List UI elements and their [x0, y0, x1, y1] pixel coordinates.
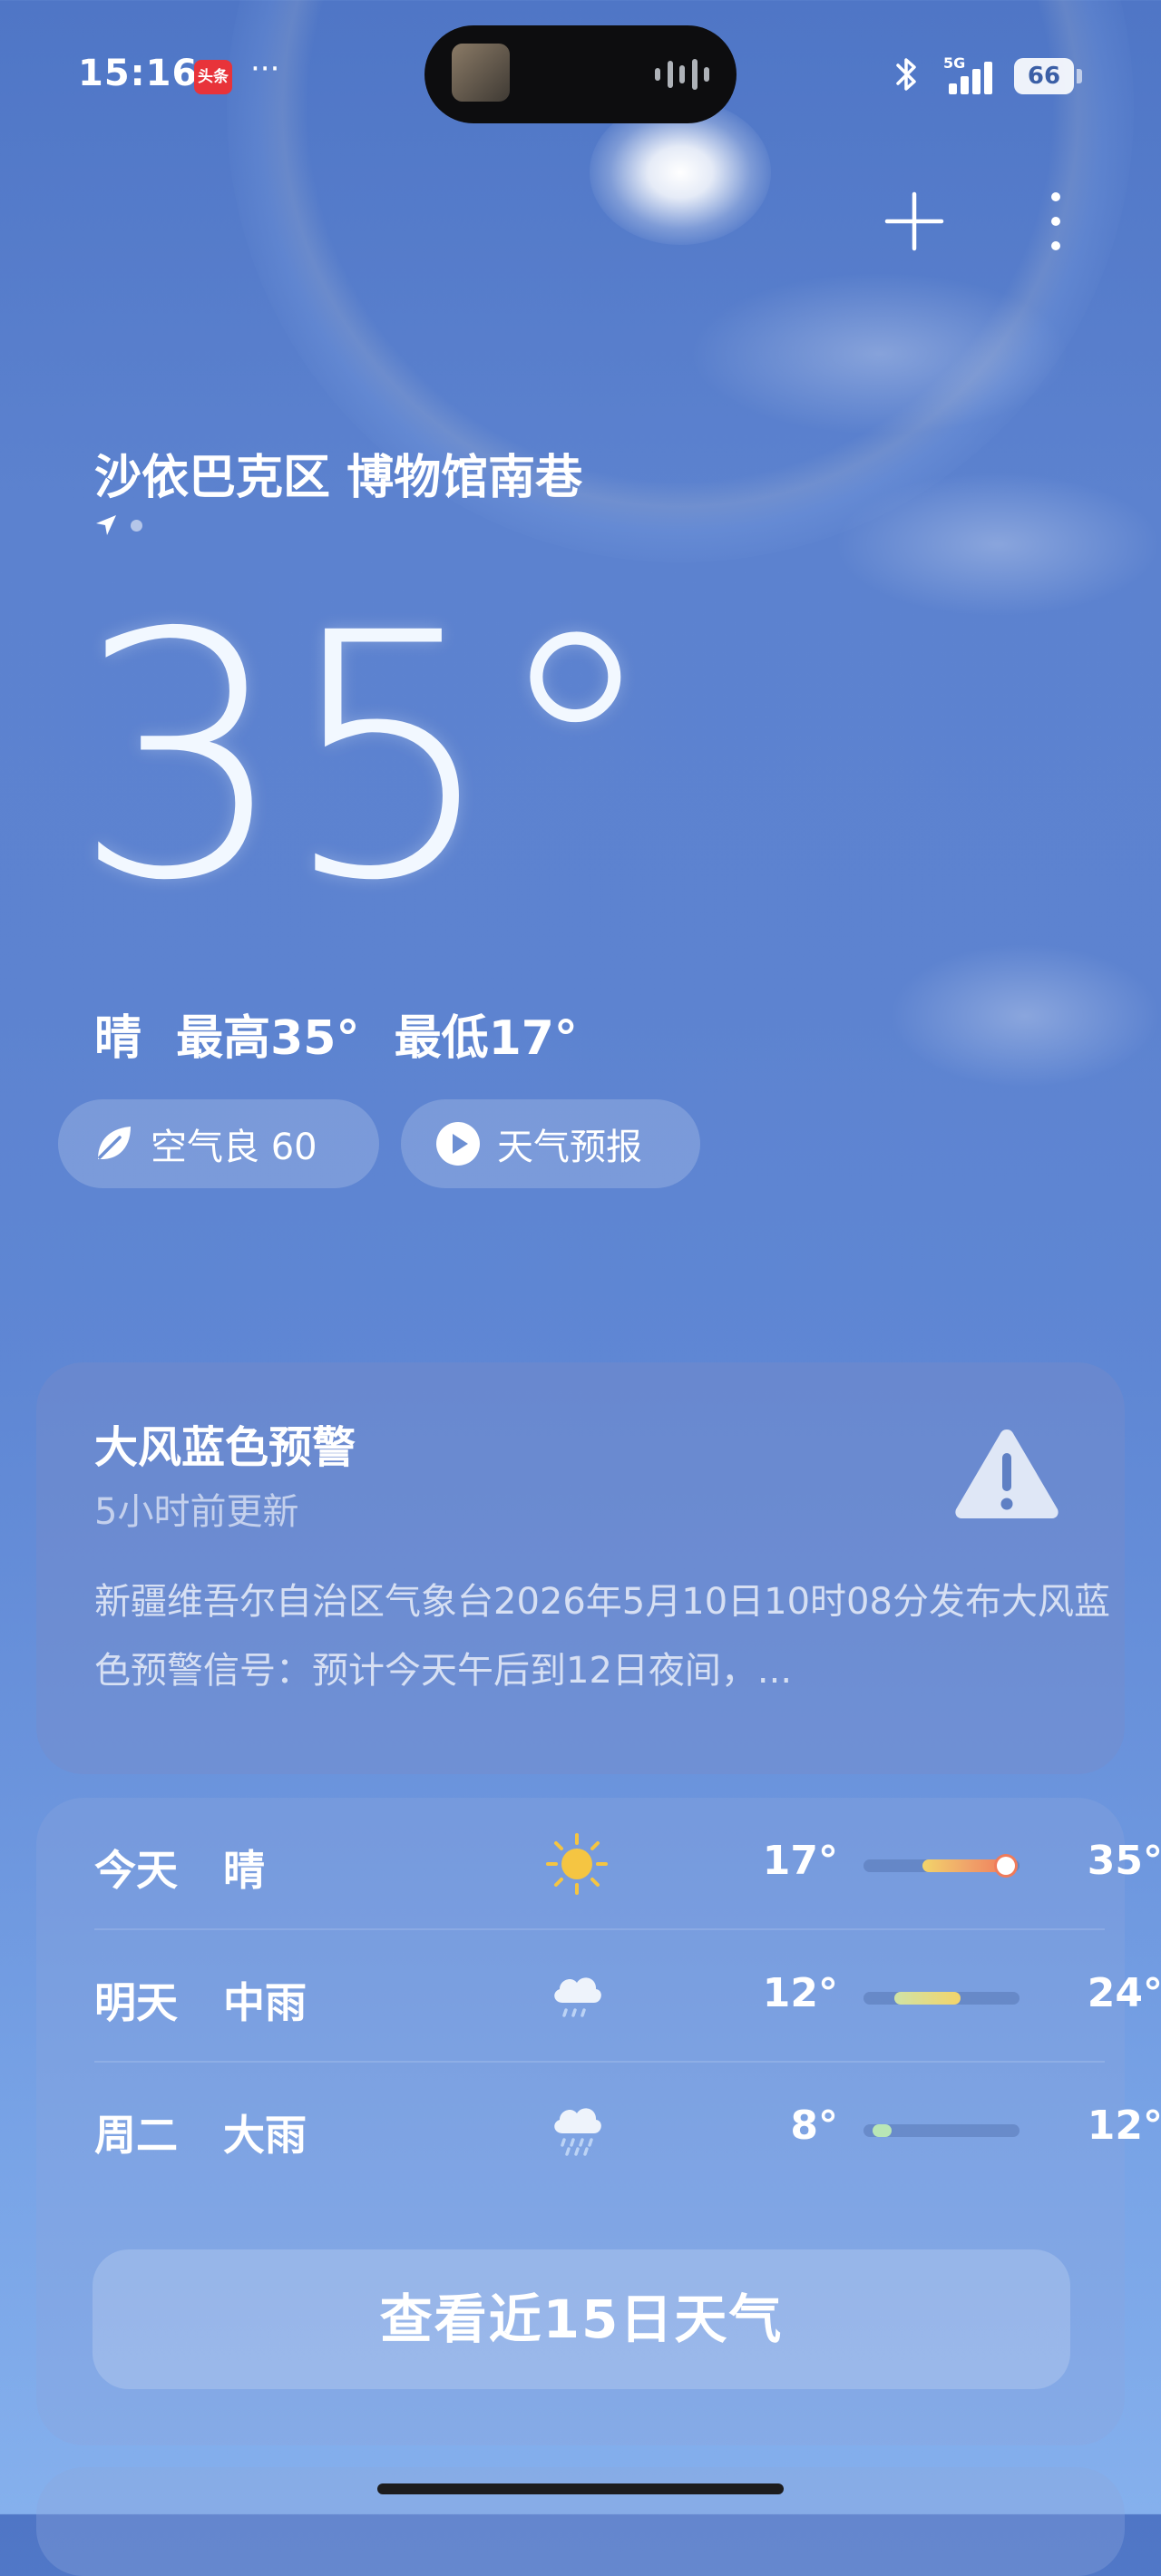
- bluetooth-icon: [896, 58, 916, 91]
- forecast-high: 24°: [1087, 1970, 1161, 2016]
- signal-icon: [949, 60, 1001, 94]
- daily-forecast-card: 今天 晴 17° 35° 明天 中雨 12° 24° 周二 大雨 8° 12° …: [36, 1798, 1161, 2445]
- weather-warning-card[interactable]: 大风蓝色预警 5小时前更新 新疆维吾尔自治区气象台2026年5月10日10时08…: [36, 1362, 1125, 1774]
- warning-body: 新疆维吾尔自治区气象台2026年5月10日10时08分发布大风蓝色预警信号：预计…: [94, 1581, 1110, 1692]
- forecast-condition: 中雨: [223, 1978, 307, 2027]
- air-quality-label: 空气良 60: [151, 1127, 317, 1168]
- news-app-icon: 头条: [194, 60, 232, 94]
- forecast-high: 12°: [1087, 2103, 1161, 2149]
- location-title: 沙依巴克区 博物馆南巷: [94, 451, 583, 505]
- heavy-rain-icon: [554, 2108, 601, 2156]
- warning-title: 大风蓝色预警: [94, 1422, 356, 1473]
- battery-icon: 66: [1014, 58, 1074, 94]
- sunny-icon: [546, 1833, 608, 1895]
- temperature-range-bar: [863, 1857, 1020, 1875]
- rain-icon: [554, 1977, 601, 2017]
- page-indicator: [94, 513, 142, 537]
- warning-triangle-icon: [955, 1429, 1059, 1518]
- home-indicator[interactable]: [377, 2483, 784, 2494]
- dynamic-island[interactable]: [424, 25, 737, 123]
- forecast-high: 35°: [1087, 1838, 1161, 1884]
- forecast-low: 17°: [762, 1838, 838, 1884]
- temperature-range-fill: [873, 2124, 892, 2137]
- weather-summary: 晴 最高35° 最低17°: [94, 1011, 578, 1066]
- forecast-condition: 晴: [223, 1846, 265, 1895]
- more-options-button[interactable]: [1030, 189, 1081, 254]
- cloud: [689, 272, 1070, 435]
- warning-updated-time: 5小时前更新: [94, 1491, 299, 1533]
- location-arrow-icon: [96, 515, 116, 535]
- temperature-range-fill: [894, 1992, 961, 2005]
- more-vertical-icon: [1051, 192, 1060, 201]
- media-thumbnail: [452, 44, 510, 102]
- forecast-day: 周二: [94, 2111, 178, 2160]
- audio-wave-icon: [655, 58, 709, 91]
- leaf-icon: [98, 1127, 131, 1159]
- status-bar: 15:16 头条 ··· 5G 66: [0, 0, 1161, 145]
- plus-icon: [884, 191, 944, 251]
- view-15-day-forecast-button[interactable]: 查看近15日天气: [93, 2249, 1070, 2389]
- forecast-day: 今天: [94, 1846, 178, 1895]
- status-time: 15:16: [78, 53, 199, 94]
- forecast-row[interactable]: 周二 大雨 8° 12°: [94, 2063, 1161, 2193]
- status-more-dots: ···: [250, 51, 280, 87]
- current-temp-marker: [996, 1857, 1015, 1875]
- cloud: [834, 472, 1161, 617]
- forecast-condition: 大雨: [223, 2111, 307, 2160]
- temperature-range-bar: [863, 2124, 1020, 2137]
- weather-forecast-chip[interactable]: 天气预报: [401, 1099, 700, 1188]
- play-icon: [436, 1122, 480, 1166]
- temperature-range-fill: [922, 1857, 1015, 1875]
- current-temperature: 35°: [73, 561, 659, 954]
- battery-tip: [1077, 69, 1082, 83]
- forecast-day: 明天: [94, 1978, 178, 2027]
- page-dot[interactable]: [131, 519, 142, 532]
- temperature-range-bar: [863, 1992, 1020, 2005]
- forecast-low: 8°: [790, 2103, 838, 2149]
- forecast-row[interactable]: 今天 晴 17° 35°: [94, 1798, 1161, 1928]
- forecast-low: 12°: [762, 1970, 838, 2016]
- cloud: [889, 943, 1161, 1088]
- air-quality-chip[interactable]: 空气良 60: [58, 1099, 379, 1188]
- add-city-button[interactable]: [882, 189, 947, 254]
- weather-forecast-label: 天气预报: [497, 1127, 642, 1168]
- forecast-row[interactable]: 明天 中雨 12° 24°: [94, 1930, 1161, 2061]
